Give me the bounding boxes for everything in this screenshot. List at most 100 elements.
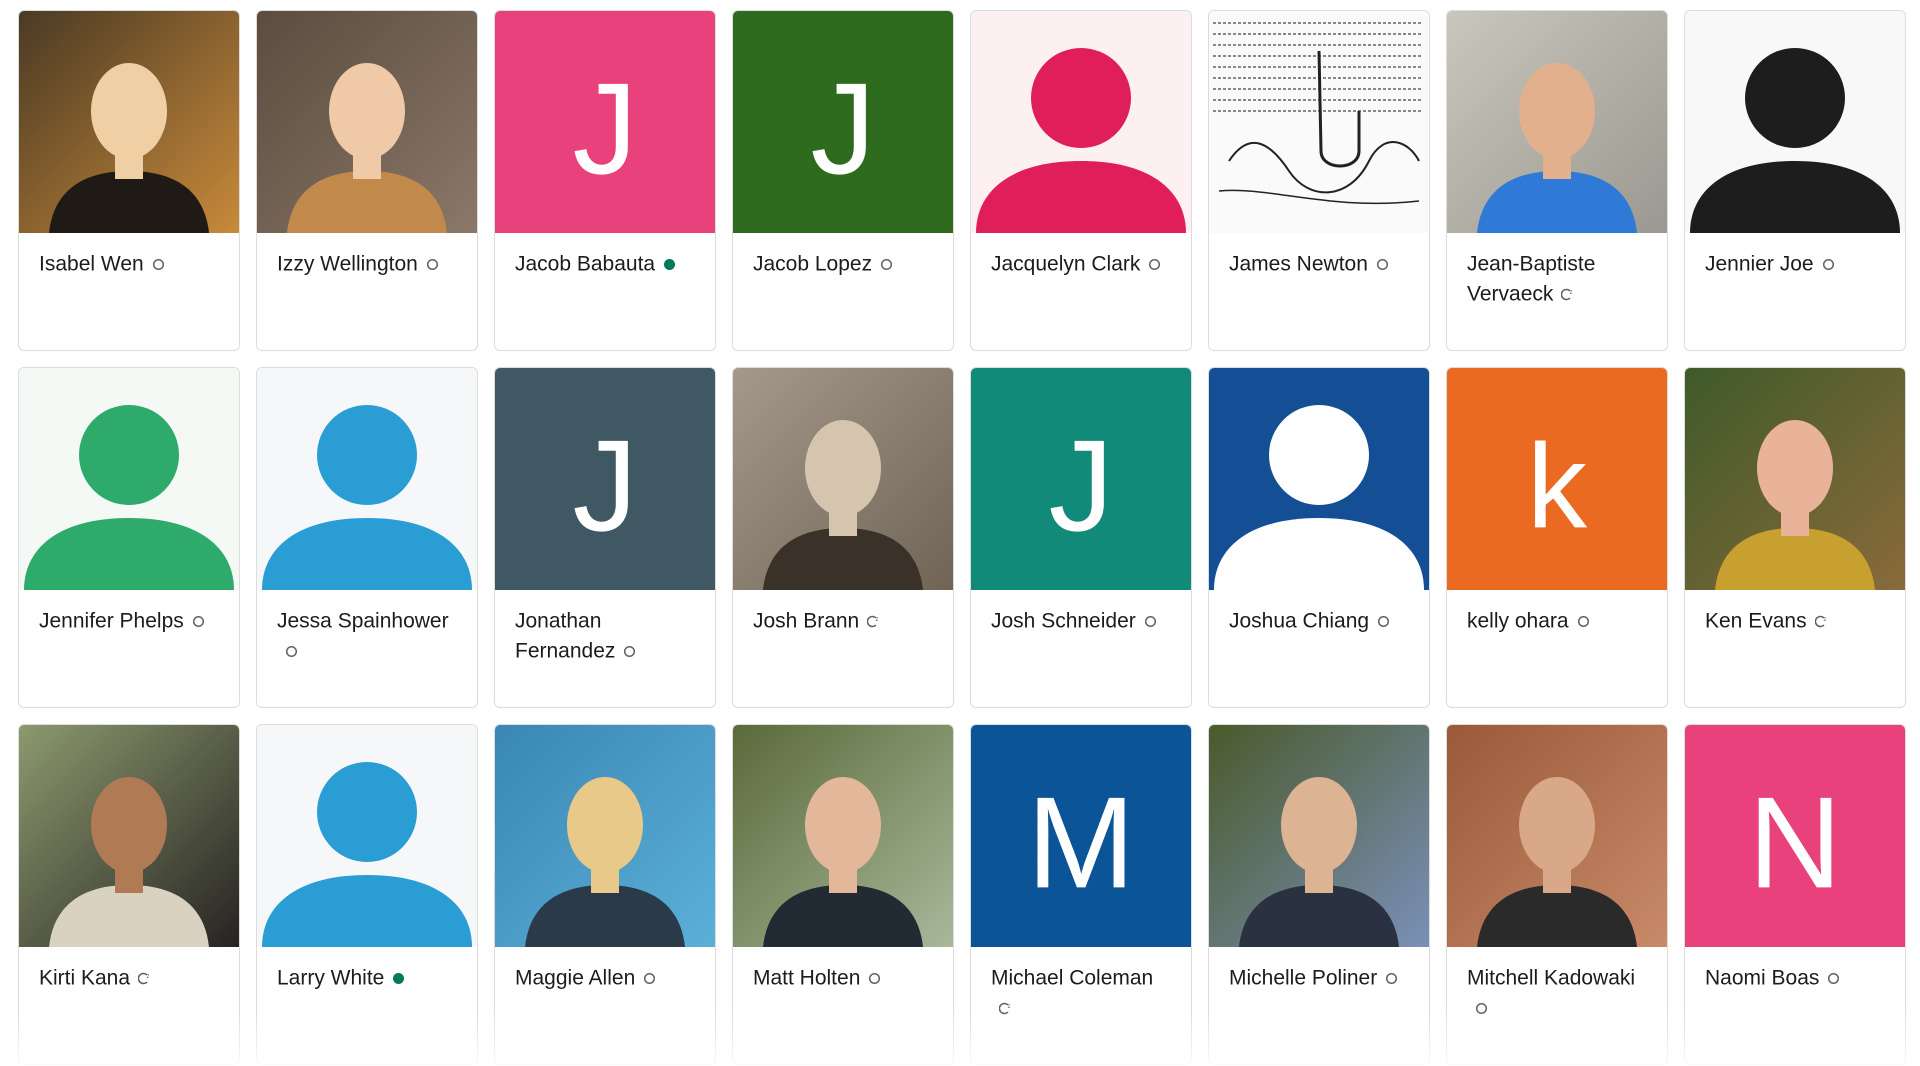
silhouette-head [1269, 405, 1369, 505]
avatar[interactable] [1685, 11, 1905, 233]
member-name[interactable]: Jennier Joe [1705, 252, 1814, 275]
member-name-row: Jacob Lopez [733, 233, 953, 279]
member-card[interactable]: J Jonathan Fernandez [494, 367, 716, 708]
member-name-row: Mitchell Kadowaki [1447, 947, 1667, 1023]
member-name[interactable]: kelly ohara [1467, 609, 1569, 632]
presence-snooze-icon: z [867, 615, 880, 628]
avatar[interactable] [257, 725, 477, 947]
silhouette-head [317, 762, 417, 862]
svg-text:z: z [1570, 290, 1573, 296]
member-card[interactable]: J Jacob Lopez [732, 10, 954, 351]
member-card[interactable]: Mitchell Kadowaki [1446, 724, 1668, 1065]
avatar[interactable] [257, 368, 477, 590]
avatar[interactable]: J [495, 11, 715, 233]
avatar[interactable] [257, 11, 477, 233]
member-name[interactable]: Jean-Baptiste Vervaeck [1467, 252, 1595, 305]
member-name-row: Jessa Spainhower [257, 590, 477, 666]
svg-text:z: z [147, 974, 150, 980]
member-name[interactable]: Ken Evans [1705, 609, 1807, 632]
avatar[interactable]: J [495, 368, 715, 590]
avatar[interactable] [1209, 11, 1429, 233]
presence-away-icon [152, 258, 165, 271]
avatar[interactable]: J [733, 11, 953, 233]
avatar[interactable] [1209, 725, 1429, 947]
avatar[interactable] [1447, 11, 1667, 233]
member-card[interactable]: Larry White [256, 724, 478, 1065]
member-card[interactable]: Kirti Kana z [18, 724, 240, 1065]
svg-text:z: z [1008, 1004, 1011, 1010]
member-card[interactable]: J Jacob Babauta [494, 10, 716, 351]
member-card[interactable]: Jean-Baptiste Vervaeck z [1446, 10, 1668, 351]
member-name-row: Kirti Kana z [19, 947, 239, 993]
member-name[interactable]: Josh Schneider [991, 609, 1136, 632]
avatar[interactable] [733, 725, 953, 947]
member-card[interactable]: Joshua Chiang [1208, 367, 1430, 708]
avatar-initial: M [1027, 769, 1135, 915]
presence-away-icon [1377, 615, 1390, 628]
member-card[interactable]: J Josh Schneider [970, 367, 1192, 708]
avatar[interactable] [971, 11, 1191, 233]
member-card[interactable]: Jacquelyn Clark [970, 10, 1192, 351]
member-card[interactable]: Matt Holten [732, 724, 954, 1065]
member-name[interactable]: Josh Brann [753, 609, 859, 632]
avatar[interactable] [1209, 368, 1429, 590]
avatar[interactable] [1447, 725, 1667, 947]
avatar[interactable] [495, 725, 715, 947]
member-name[interactable]: Larry White [277, 966, 384, 989]
member-name[interactable]: Izzy Wellington [277, 252, 418, 275]
presence-away-icon [1822, 258, 1835, 271]
member-name[interactable]: Kirti Kana [39, 966, 130, 989]
presence-active-icon [663, 258, 676, 271]
presence-away-icon [1827, 972, 1840, 985]
member-name[interactable]: Matt Holten [753, 966, 860, 989]
member-name[interactable]: Mitchell Kadowaki [1467, 966, 1635, 989]
member-card[interactable]: Jennifer Phelps [18, 367, 240, 708]
presence-away-icon [623, 645, 636, 658]
avatar[interactable] [733, 368, 953, 590]
avatar-initial: N [1748, 769, 1842, 915]
member-name[interactable]: James Newton [1229, 252, 1368, 275]
avatar[interactable] [19, 11, 239, 233]
member-card[interactable]: M Michael Coleman z [970, 724, 1192, 1065]
member-card[interactable]: Isabel Wen [18, 10, 240, 351]
member-name[interactable]: Maggie Allen [515, 966, 635, 989]
member-name-row: Jacquelyn Clark [971, 233, 1191, 279]
member-card[interactable]: N Naomi Boas [1684, 724, 1906, 1065]
member-card[interactable]: Jennier Joe [1684, 10, 1906, 351]
member-card[interactable]: Michelle Poliner [1208, 724, 1430, 1065]
member-name[interactable]: Jacob Babauta [515, 252, 655, 275]
presence-snooze-icon: z [999, 1002, 1012, 1015]
member-name[interactable]: Jennifer Phelps [39, 609, 184, 632]
avatar[interactable] [19, 368, 239, 590]
avatar[interactable]: M [971, 725, 1191, 947]
avatar[interactable]: N [1685, 725, 1905, 947]
silhouette-head [1745, 48, 1845, 148]
avatar[interactable]: J [971, 368, 1191, 590]
member-name-row: Michelle Poliner [1209, 947, 1429, 993]
member-name[interactable]: Jacob Lopez [753, 252, 872, 275]
member-name-row: Ken Evans z [1685, 590, 1905, 636]
member-name[interactable]: Jacquelyn Clark [991, 252, 1140, 275]
member-name-row: Isabel Wen [19, 233, 239, 279]
silhouette-head [1031, 48, 1131, 148]
member-name-row: Maggie Allen [495, 947, 715, 993]
avatar[interactable] [1685, 368, 1905, 590]
member-card[interactable]: James Newton [1208, 10, 1430, 351]
member-name[interactable]: Isabel Wen [39, 252, 144, 275]
member-name[interactable]: Joshua Chiang [1229, 609, 1369, 632]
member-card[interactable]: Ken Evans z [1684, 367, 1906, 708]
member-name[interactable]: Naomi Boas [1705, 966, 1819, 989]
member-name[interactable]: Jessa Spainhower [277, 609, 449, 632]
member-card[interactable]: Izzy Wellington [256, 10, 478, 351]
svg-text:z: z [1823, 617, 1826, 623]
member-name[interactable]: Jonathan Fernandez [515, 609, 615, 662]
member-card[interactable]: k kelly ohara [1446, 367, 1668, 708]
member-card[interactable]: Maggie Allen [494, 724, 716, 1065]
member-card[interactable]: Josh Brann z [732, 367, 954, 708]
member-name[interactable]: Michelle Poliner [1229, 966, 1377, 989]
member-card[interactable]: Jessa Spainhower [256, 367, 478, 708]
avatar[interactable]: k [1447, 368, 1667, 590]
member-name-row: Naomi Boas [1685, 947, 1905, 993]
member-name[interactable]: Michael Coleman [991, 966, 1153, 989]
avatar[interactable] [19, 725, 239, 947]
